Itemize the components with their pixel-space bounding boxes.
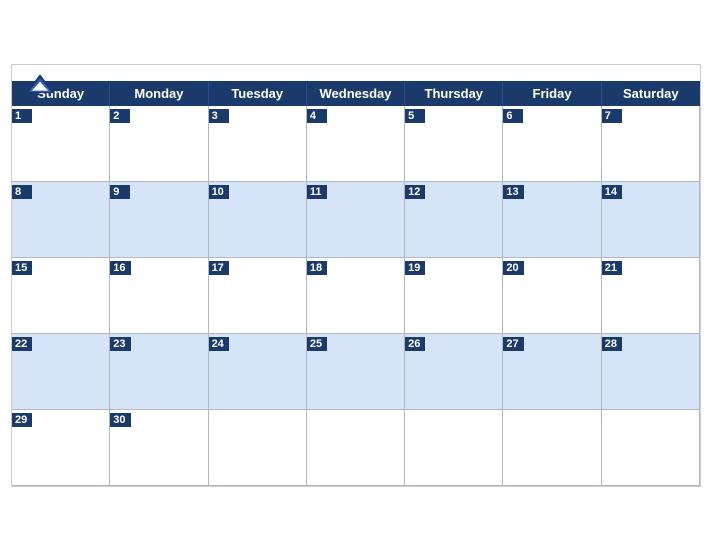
calendar-cell — [602, 410, 700, 486]
date-number: 5 — [405, 109, 425, 123]
date-number: 29 — [12, 413, 32, 427]
calendar-cell: 8 — [12, 182, 110, 258]
calendar-header — [12, 65, 700, 81]
calendar-cell: 26 — [405, 334, 503, 410]
date-number: 1 — [12, 109, 32, 123]
date-number: 10 — [209, 185, 229, 199]
calendar-cell — [503, 410, 601, 486]
calendar-cell: 5 — [405, 106, 503, 182]
date-number: 18 — [307, 261, 327, 275]
date-number: 30 — [110, 413, 130, 427]
day-header-wednesday: Wednesday — [307, 81, 405, 106]
calendar-cell: 19 — [405, 258, 503, 334]
calendar-cell: 23 — [110, 334, 208, 410]
day-header-saturday: Saturday — [602, 81, 700, 106]
date-number: 8 — [12, 185, 32, 199]
calendar-cell: 18 — [307, 258, 405, 334]
calendar-cell — [307, 410, 405, 486]
date-number: 12 — [405, 185, 425, 199]
date-number: 11 — [307, 185, 327, 199]
day-header-friday: Friday — [503, 81, 601, 106]
calendar-cell: 3 — [209, 106, 307, 182]
date-number: 13 — [503, 185, 523, 199]
calendar-cell: 30 — [110, 410, 208, 486]
date-number: 26 — [405, 337, 425, 351]
calendar-cell: 29 — [12, 410, 110, 486]
calendar-cell: 2 — [110, 106, 208, 182]
logo-icon — [24, 73, 56, 95]
calendar-cell — [405, 410, 503, 486]
calendar-cell: 28 — [602, 334, 700, 410]
day-header-thursday: Thursday — [405, 81, 503, 106]
calendar-cell: 9 — [110, 182, 208, 258]
date-number: 24 — [209, 337, 229, 351]
logo — [24, 73, 56, 95]
date-number: 28 — [602, 337, 622, 351]
date-number: 14 — [602, 185, 622, 199]
days-header: SundayMondayTuesdayWednesdayThursdayFrid… — [12, 81, 700, 106]
day-header-tuesday: Tuesday — [209, 81, 307, 106]
calendar-cell: 12 — [405, 182, 503, 258]
calendar-cell: 24 — [209, 334, 307, 410]
date-number: 7 — [602, 109, 622, 123]
date-number: 3 — [209, 109, 229, 123]
calendar-grid: 1234567891011121314151617181920212223242… — [12, 106, 700, 486]
calendar-cell: 6 — [503, 106, 601, 182]
date-number: 6 — [503, 109, 523, 123]
calendar-cell: 27 — [503, 334, 601, 410]
calendar-cell: 16 — [110, 258, 208, 334]
date-number: 17 — [209, 261, 229, 275]
date-number: 2 — [110, 109, 130, 123]
date-number: 20 — [503, 261, 523, 275]
calendar-cell: 25 — [307, 334, 405, 410]
calendar-cell: 13 — [503, 182, 601, 258]
calendar-cell — [209, 410, 307, 486]
calendar-cell: 14 — [602, 182, 700, 258]
calendar-cell: 1 — [12, 106, 110, 182]
date-number: 22 — [12, 337, 32, 351]
date-number: 25 — [307, 337, 327, 351]
calendar-cell: 20 — [503, 258, 601, 334]
calendar-cell: 11 — [307, 182, 405, 258]
date-number: 23 — [110, 337, 130, 351]
calendar-cell: 4 — [307, 106, 405, 182]
date-number: 16 — [110, 261, 130, 275]
calendar: SundayMondayTuesdayWednesdayThursdayFrid… — [11, 64, 701, 487]
date-number: 21 — [602, 261, 622, 275]
calendar-cell: 17 — [209, 258, 307, 334]
date-number: 15 — [12, 261, 32, 275]
date-number: 4 — [307, 109, 327, 123]
date-number: 9 — [110, 185, 130, 199]
calendar-cell: 15 — [12, 258, 110, 334]
day-header-monday: Monday — [110, 81, 208, 106]
date-number: 19 — [405, 261, 425, 275]
calendar-cell: 7 — [602, 106, 700, 182]
calendar-cell: 10 — [209, 182, 307, 258]
calendar-cell: 21 — [602, 258, 700, 334]
date-number: 27 — [503, 337, 523, 351]
calendar-cell: 22 — [12, 334, 110, 410]
